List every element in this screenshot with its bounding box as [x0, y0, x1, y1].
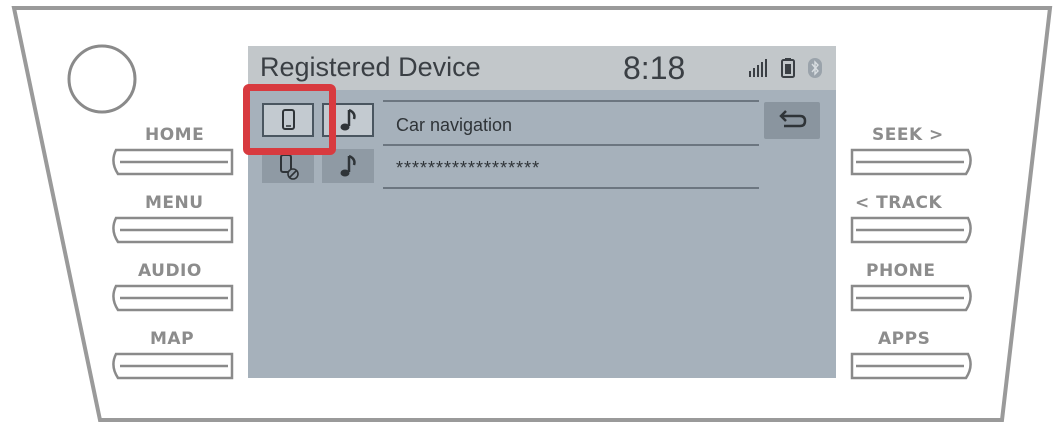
back-button[interactable] [764, 102, 820, 139]
back-arrow-icon [779, 110, 807, 128]
map-button[interactable]: MAP [150, 329, 194, 349]
signal-icon [749, 59, 767, 77]
display-screen: Registered Device 8:18 Car navigation **… [248, 46, 836, 378]
row-divider [383, 144, 759, 146]
bluetooth-icon [808, 58, 822, 78]
seek-button[interactable]: SEEK > [872, 125, 944, 145]
home-button[interactable]: HOME [145, 125, 204, 145]
row-divider [383, 187, 759, 189]
status-bar: Registered Device 8:18 [248, 46, 836, 90]
phone-button[interactable]: PHONE [866, 261, 935, 281]
battery-icon [781, 58, 795, 78]
apps-button[interactable]: APPS [878, 329, 930, 349]
device-name[interactable]: ****************** [396, 158, 540, 179]
menu-button[interactable]: MENU [145, 193, 204, 213]
row-divider [383, 100, 759, 102]
track-button[interactable]: < TRACK [855, 193, 942, 213]
clock: 8:18 [623, 50, 686, 86]
audio-button[interactable]: AUDIO [138, 261, 202, 281]
highlight-frame [243, 84, 336, 155]
device-name[interactable]: Car navigation [396, 115, 512, 136]
power-knob [67, 44, 137, 114]
page-title: Registered Device [260, 52, 481, 82]
